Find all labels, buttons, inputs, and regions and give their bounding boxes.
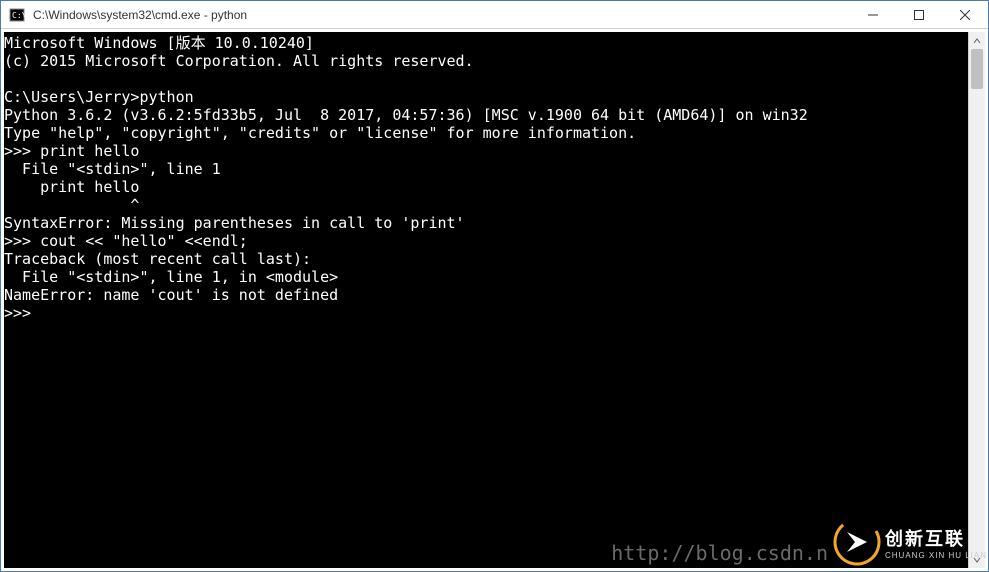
window-controls (850, 1, 988, 28)
watermark-logo: 创新互联 CHUANG XIN HU LIAN (833, 513, 988, 571)
logo-icon (833, 518, 881, 566)
minimize-icon (868, 10, 878, 20)
chevron-up-icon (973, 37, 981, 45)
logo-brand-cn: 创新互联 (885, 525, 987, 551)
window-title: C:\Windows\system32\cmd.exe - python (33, 8, 850, 22)
scroll-thumb[interactable] (971, 49, 983, 89)
maximize-icon (914, 10, 924, 20)
maximize-button[interactable] (896, 1, 942, 28)
vertical-scrollbar[interactable] (968, 32, 985, 568)
scroll-track[interactable] (969, 49, 985, 551)
cmd-icon: C:\ (7, 5, 27, 25)
logo-brand-en: CHUANG XIN HU LIAN (885, 551, 987, 560)
scroll-up-button[interactable] (969, 32, 985, 49)
title-bar: C:\ C:\Windows\system32\cmd.exe - python (1, 1, 988, 29)
logo-text: 创新互联 CHUANG XIN HU LIAN (885, 525, 987, 560)
watermark-url: http://blog.csdn.n (611, 541, 828, 565)
client-area: Microsoft Windows [版本 10.0.10240] (c) 20… (1, 29, 988, 571)
close-button[interactable] (942, 1, 988, 28)
svg-text:C:\: C:\ (12, 11, 25, 20)
terminal-output[interactable]: Microsoft Windows [版本 10.0.10240] (c) 20… (4, 32, 985, 568)
minimize-button[interactable] (850, 1, 896, 28)
close-icon (960, 10, 970, 20)
